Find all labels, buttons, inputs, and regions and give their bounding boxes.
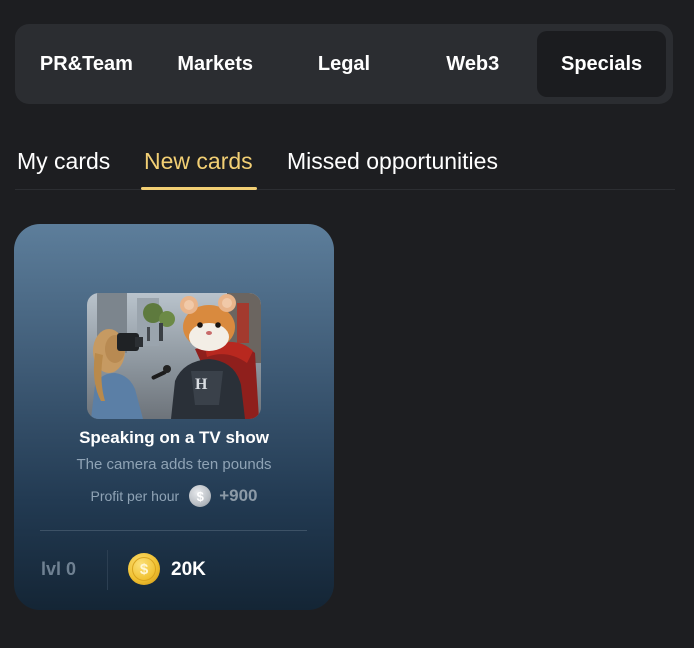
- category-tab-bar: PR&Team Markets Legal Web3 Specials: [15, 24, 673, 104]
- tab-specials[interactable]: Specials: [537, 31, 666, 97]
- tab-my-cards[interactable]: My cards: [17, 148, 110, 175]
- active-tab-indicator: [141, 187, 257, 190]
- upgrade-card[interactable]: H Speaking on a TV show The camera adds …: [14, 224, 334, 610]
- hamster-reporter-illustration: H: [87, 293, 261, 419]
- profit-value: +900: [219, 486, 258, 505]
- tab-new-cards[interactable]: New cards: [144, 148, 253, 175]
- tab-markets[interactable]: Markets: [151, 31, 280, 97]
- tab-web3[interactable]: Web3: [408, 31, 537, 97]
- gold-coin-icon: $: [128, 553, 160, 585]
- card-title: Speaking on a TV show: [79, 428, 269, 447]
- profit-per-hour-row: Profit per hour $ +900: [14, 485, 334, 507]
- card-level: lvl 0: [41, 559, 77, 579]
- card-description: The camera adds ten pounds: [76, 456, 272, 473]
- vertical-divider: [107, 550, 108, 590]
- divider: [40, 530, 307, 531]
- svg-text:H: H: [195, 376, 208, 393]
- tab-pr-team[interactable]: PR&Team: [22, 31, 151, 97]
- tab-legal[interactable]: Legal: [280, 31, 409, 97]
- tab-missed-opportunities[interactable]: Missed opportunities: [287, 148, 498, 175]
- silver-coin-icon: $: [189, 485, 212, 507]
- card-price: 20K: [171, 559, 206, 580]
- profit-label: Profit per hour: [90, 488, 180, 504]
- card-filter-tabs: My cards New cards Missed opportunities: [15, 140, 675, 190]
